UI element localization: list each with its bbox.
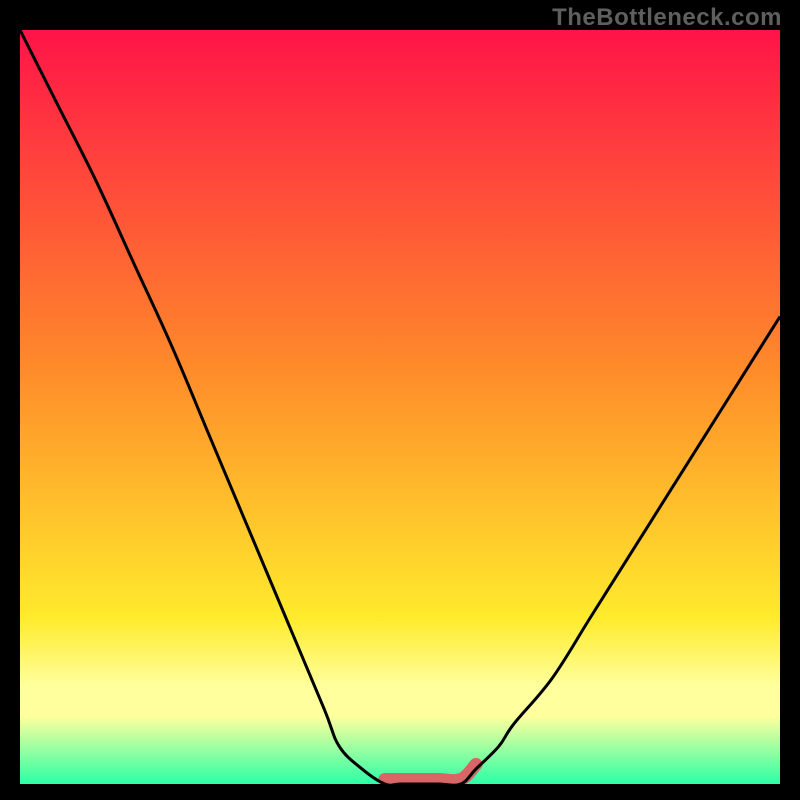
watermark-label: TheBottleneck.com [552,4,782,32]
plot-svg [20,30,780,784]
chart-container: TheBottleneck.com [0,0,800,800]
plot-area [20,30,780,784]
gradient-fill [20,30,780,784]
